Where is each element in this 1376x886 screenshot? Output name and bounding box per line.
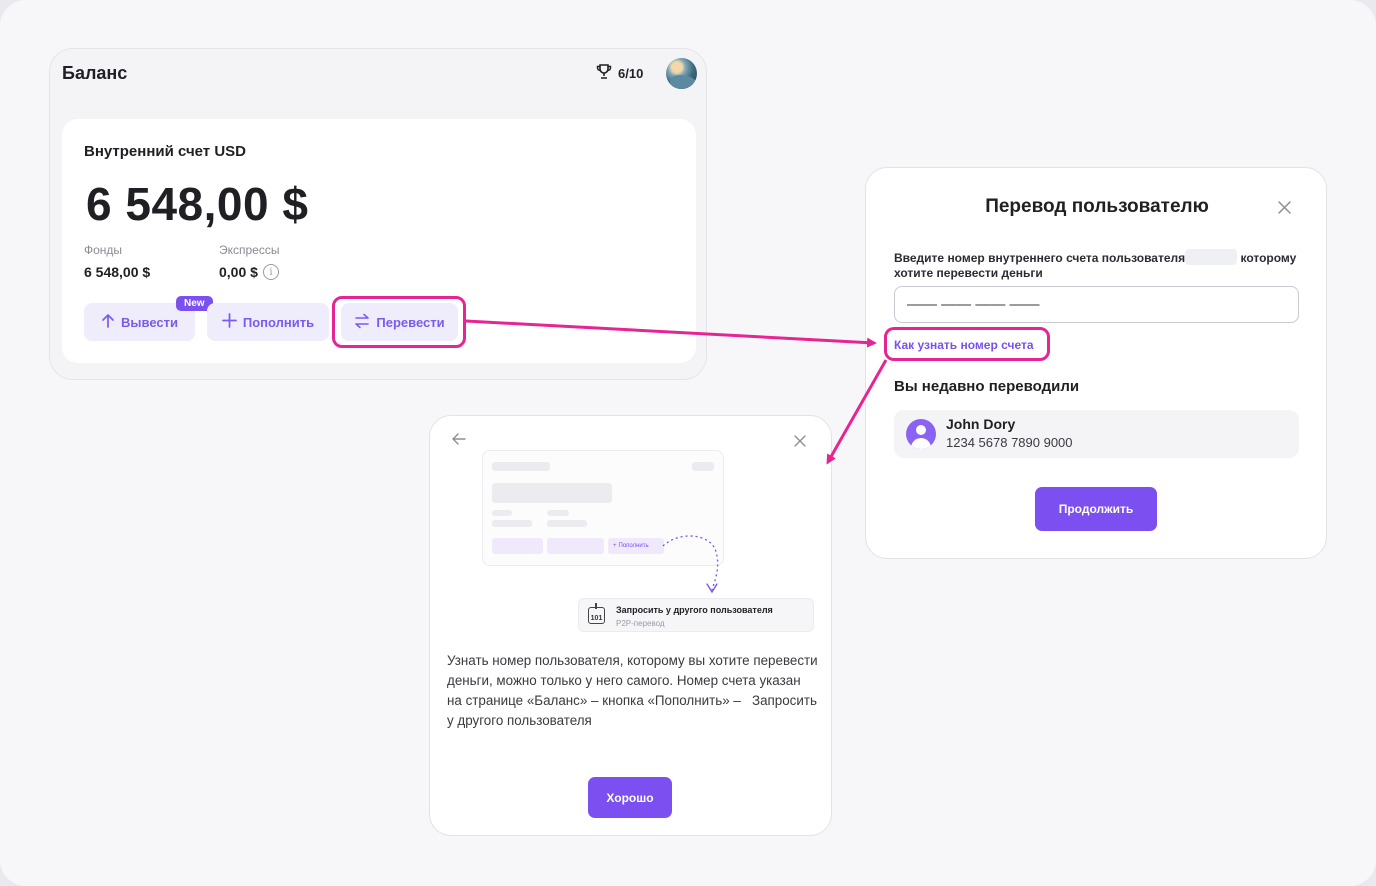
illustration-dotted-arrow — [662, 535, 719, 591]
annotation-arrows — [465, 319, 888, 594]
arrow-to-help — [826, 359, 888, 465]
arrow-to-link — [465, 319, 877, 348]
